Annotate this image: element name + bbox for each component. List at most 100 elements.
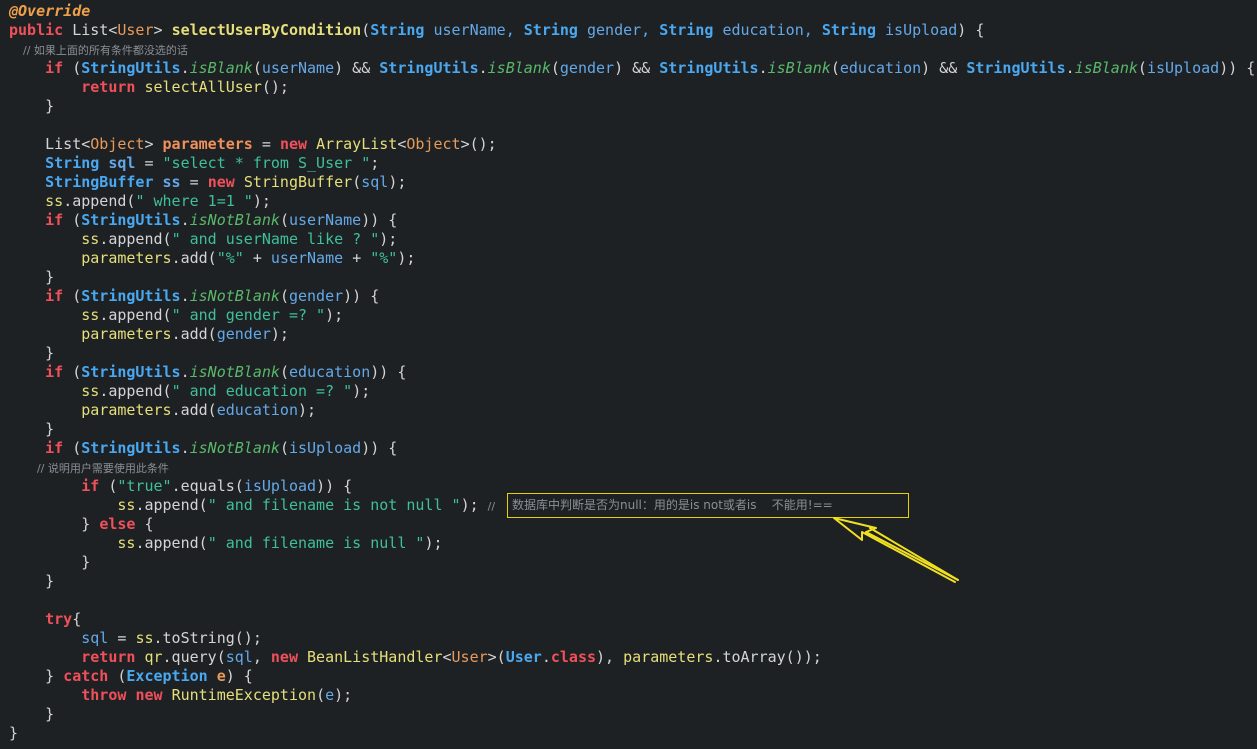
code-token: ) && (921, 59, 967, 77)
code-token: .toString(); (153, 629, 262, 647)
code-token: List (72, 21, 109, 39)
code-token: else (99, 515, 145, 533)
code-token: gender (216, 325, 271, 343)
code-line: @Override (9, 2, 90, 21)
code-token: education (288, 363, 371, 381)
code-token: .add( (171, 249, 217, 267)
code-token: parameters (9, 401, 172, 419)
code-token: . (180, 439, 190, 457)
code-token: sql (225, 648, 253, 666)
code-line: if (StringUtils.isNotBlank(education)) { (9, 363, 406, 382)
code-token: .toArray()); (713, 648, 822, 666)
code-token: String (9, 154, 109, 172)
code-token: ; (370, 154, 380, 172)
code-token: StringUtils (659, 59, 759, 77)
code-token: StringUtils (81, 211, 181, 229)
code-token: new (207, 173, 244, 191)
code-token: .add( (171, 325, 217, 343)
code-token: throw (9, 686, 136, 704)
code-token: isBlank (767, 59, 831, 77)
code-token: > (153, 21, 172, 39)
code-line: } (9, 420, 54, 439)
code-token: isBlank (189, 59, 253, 77)
code-token: ss (9, 496, 136, 514)
code-token: ( (352, 173, 362, 191)
code-token: selectAllUser (144, 78, 262, 96)
code-token: parameters (9, 325, 172, 343)
code-token: new (279, 135, 317, 153)
code-token: String (523, 21, 587, 39)
code-token: ss (9, 306, 100, 324)
code-token: . (180, 59, 190, 77)
code-token: parameters (9, 249, 172, 267)
code-token: " where 1=1 " (135, 192, 253, 210)
code-token: . (758, 59, 768, 77)
code-token: ); (388, 173, 407, 191)
code-token: StringUtils (379, 59, 479, 77)
code-token: StringUtils (81, 439, 181, 457)
code-line: } catch (Exception e) { (9, 667, 253, 686)
code-token: // (9, 44, 34, 57)
code-token: isBlank (1074, 59, 1138, 77)
code-token: isNotBlank (189, 211, 280, 229)
code-token: userName (270, 249, 353, 267)
code-token: . (180, 211, 190, 229)
code-token: ); (252, 192, 271, 210)
code-token: " and filename is not null " (207, 496, 461, 514)
code-token: { (72, 610, 82, 628)
code-token: ss (9, 192, 64, 210)
code-token: )) { (343, 287, 380, 305)
code-line: if (StringUtils.isNotBlank(userName)) { (9, 211, 397, 230)
code-token: } (9, 515, 100, 533)
code-token: education (216, 401, 298, 419)
code-token: StringUtils (81, 363, 181, 381)
code-token: .append( (135, 496, 208, 514)
code-token: sql (108, 154, 145, 172)
code-token: = (144, 154, 163, 172)
code-token: . (478, 59, 488, 77)
code-token: selectUserByCondition (171, 21, 362, 39)
code-token: .add( (171, 401, 217, 419)
code-token: ( (316, 686, 326, 704)
code-editor[interactable]: @Override public List<User> selectUserByC… (0, 0, 1257, 749)
code-token: )) { (316, 477, 353, 495)
code-line: } (9, 344, 54, 363)
code-line: } (9, 572, 54, 591)
code-token: = (189, 173, 208, 191)
code-token: ( (361, 21, 371, 39)
code-token: ); (270, 325, 289, 343)
code-token: "%" (370, 249, 398, 267)
code-token: .append( (99, 382, 172, 400)
code-token: new (270, 648, 308, 666)
code-token: isBlank (487, 59, 551, 77)
code-token: } (9, 572, 55, 590)
code-token: 说明用户需要使用此条件 (47, 462, 169, 475)
code-token: ( (72, 211, 82, 229)
code-token: ss (135, 629, 154, 647)
code-token: } (9, 667, 64, 685)
code-token: education (839, 59, 922, 77)
code-token: ( (279, 439, 289, 457)
code-token: ) && (334, 59, 380, 77)
code-token: ( (550, 59, 560, 77)
code-token: .append( (99, 230, 172, 248)
code-token: ss (162, 173, 190, 191)
code-token: ); (424, 534, 443, 552)
code-token: ss (9, 230, 100, 248)
code-line: if (StringUtils.isNotBlank(isUpload)) { (9, 439, 397, 458)
code-token: StringUtils (81, 59, 181, 77)
code-line: ss.append(" where 1=1 "); (9, 192, 271, 211)
code-token: if (9, 439, 73, 457)
code-token: if (9, 211, 73, 229)
code-token: ( (72, 363, 82, 381)
code-token: userName (261, 59, 335, 77)
code-line: sql = ss.toString(); (9, 629, 262, 648)
code-token: if (9, 287, 73, 305)
code-line: try{ (9, 610, 81, 629)
code-token: >(); (460, 135, 497, 153)
code-token: isUpload (288, 439, 362, 457)
code-token: String (659, 21, 723, 39)
code-token: return (9, 648, 145, 666)
code-token: .equals( (171, 477, 244, 495)
code-line: } else { (9, 515, 153, 534)
